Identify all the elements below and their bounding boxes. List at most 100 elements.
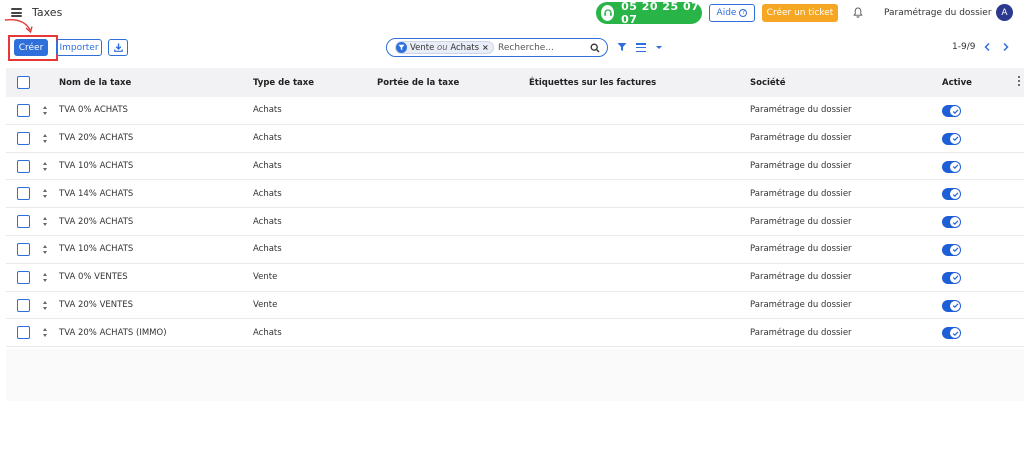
table-row[interactable]: TVA 10% ACHATS Achats Paramétrage du dossi…: [6, 235, 1024, 264]
table-row[interactable]: TVA 0% ACHATS Achats Paramétrage du dossie…: [6, 97, 1024, 125]
active-toggle[interactable]: [942, 132, 961, 145]
tax-type: Achats: [253, 133, 282, 144]
row-checkbox[interactable]: [17, 215, 30, 229]
tax-company: Paramétrage du dossier: [750, 160, 852, 171]
sort-handle-icon[interactable]: [42, 217, 47, 227]
import-button[interactable]: Importer: [56, 39, 102, 56]
tax-company: Paramétrage du dossier: [750, 327, 852, 338]
active-toggle[interactable]: [942, 216, 961, 229]
tax-name: TVA 10% ACHATS: [59, 160, 134, 171]
tax-company: Paramétrage du dossier: [750, 299, 852, 310]
sort-handle-icon[interactable]: [42, 328, 47, 338]
check-icon: [950, 328, 960, 339]
tax-type: Achats: [253, 160, 282, 171]
tax-type: Achats: [253, 327, 282, 338]
sort-handle-icon[interactable]: [42, 189, 47, 199]
active-toggle[interactable]: [942, 299, 961, 312]
row-checkbox[interactable]: [17, 298, 30, 312]
check-icon: [950, 161, 960, 172]
facet-label: Vente ou Achats: [410, 42, 480, 53]
table-row[interactable]: TVA 14% ACHATS Achats Paramétrage du dossi…: [6, 180, 1024, 209]
check-icon: [950, 106, 960, 116]
tax-company: Paramétrage du dossier: [750, 244, 852, 255]
top-bar: Taxes 05 20 25 07 07 Aide ? Créer un tic…: [0, 0, 1024, 28]
table-row[interactable]: TVA 20% ACHATS Achats Paramétrage du dossi…: [6, 124, 1024, 153]
sort-handle-icon[interactable]: [42, 106, 47, 115]
tax-type: Achats: [253, 188, 282, 199]
help-button[interactable]: Aide ?: [709, 4, 755, 22]
row-checkbox[interactable]: [17, 131, 30, 145]
download-icon: [113, 43, 123, 52]
phone-support-button[interactable]: 05 20 25 07 07: [596, 0, 702, 26]
sort-handle-icon[interactable]: [42, 161, 47, 171]
tax-name: TVA 20% VENTES: [59, 299, 134, 310]
table-row[interactable]: TVA 10% ACHATS Achats Paramétrage du dossi…: [6, 152, 1024, 181]
active-toggle[interactable]: [942, 271, 961, 284]
search-icon[interactable]: [590, 43, 600, 53]
caret-down-icon[interactable]: [656, 46, 662, 49]
column-header-active[interactable]: Active: [942, 78, 972, 88]
check-icon: [950, 133, 960, 144]
tax-name: TVA 10% ACHATS: [59, 244, 134, 255]
sort-handle-icon[interactable]: [42, 244, 47, 254]
active-toggle[interactable]: [942, 243, 961, 256]
sort-handle-icon[interactable]: [42, 133, 47, 143]
search-facet[interactable]: Vente ou Achats ×: [395, 41, 495, 54]
table-row[interactable]: TVA 20% VENTES Vente Paramétrage du dossie…: [6, 291, 1024, 320]
row-checkbox[interactable]: [17, 187, 30, 201]
column-header-type[interactable]: Type de taxe: [253, 78, 314, 88]
company-switcher[interactable]: Paramétrage du dossier: [884, 8, 992, 18]
table-header: Nom de la taxe Type de taxe Portée de la…: [6, 68, 1024, 97]
close-icon[interactable]: ×: [482, 43, 490, 52]
tax-type: Vente: [253, 299, 278, 310]
tax-company: Paramétrage du dossier: [750, 105, 852, 116]
active-toggle[interactable]: [942, 160, 961, 173]
search-bar[interactable]: Vente ou Achats ×: [386, 38, 608, 57]
active-toggle[interactable]: [942, 327, 961, 340]
tax-name: TVA 0% VENTES: [59, 272, 128, 283]
active-toggle[interactable]: [942, 105, 961, 117]
create-button[interactable]: Créer: [14, 39, 48, 56]
question-circle-icon: ?: [739, 9, 748, 17]
tax-type: Achats: [253, 105, 282, 116]
tax-type: Achats: [253, 244, 282, 255]
tax-company: Paramétrage du dossier: [750, 133, 852, 144]
check-icon: [950, 272, 960, 283]
tax-company: Paramétrage du dossier: [750, 188, 852, 199]
column-header-scope[interactable]: Portée de la taxe: [377, 78, 459, 88]
row-checkbox[interactable]: [17, 104, 30, 117]
kebab-icon[interactable]: [1018, 76, 1021, 86]
column-header-name[interactable]: Nom de la taxe: [59, 78, 131, 88]
table-row[interactable]: TVA 20% ACHATS Achats Paramétrage du dossi…: [6, 208, 1024, 236]
tax-name: TVA 14% ACHATS: [59, 188, 134, 199]
list-icon[interactable]: [636, 43, 646, 52]
row-checkbox[interactable]: [17, 242, 30, 256]
tax-type: Vente: [253, 272, 278, 283]
funnel-icon: [396, 42, 407, 53]
column-header-labels[interactable]: Étiquettes sur les factures: [529, 78, 656, 88]
table-row[interactable]: TVA 20% ACHATS (IMMO) Achats Paramétrage d…: [6, 319, 1024, 348]
select-all-checkbox[interactable]: [17, 76, 30, 89]
check-icon: [950, 217, 960, 228]
table-body: TVA 0% ACHATS Achats Paramétrage du dossie…: [6, 97, 1024, 348]
bell-icon[interactable]: [853, 7, 863, 18]
row-checkbox[interactable]: [17, 326, 30, 340]
tax-name: TVA 20% ACHATS: [59, 133, 134, 144]
avatar[interactable]: A: [996, 4, 1013, 21]
create-ticket-button[interactable]: Créer un ticket: [762, 4, 838, 22]
taxes-table: Nom de la taxe Type de taxe Portée de la…: [6, 68, 1024, 348]
table-row[interactable]: TVA 0% VENTES Vente Paramétrage du dossier: [6, 263, 1024, 292]
chevron-left-icon[interactable]: [983, 42, 992, 52]
active-toggle[interactable]: [942, 188, 961, 201]
search-input[interactable]: [498, 42, 595, 53]
row-checkbox[interactable]: [17, 270, 30, 284]
check-icon: [950, 244, 960, 255]
row-checkbox[interactable]: [17, 159, 30, 173]
column-header-company[interactable]: Société: [750, 78, 786, 88]
chevron-right-icon[interactable]: [1001, 42, 1010, 52]
sort-handle-icon[interactable]: [42, 272, 47, 282]
pager-range[interactable]: 1-9/9: [952, 42, 975, 52]
funnel-icon[interactable]: [617, 42, 627, 52]
download-button[interactable]: [108, 39, 128, 56]
sort-handle-icon[interactable]: [42, 300, 47, 310]
